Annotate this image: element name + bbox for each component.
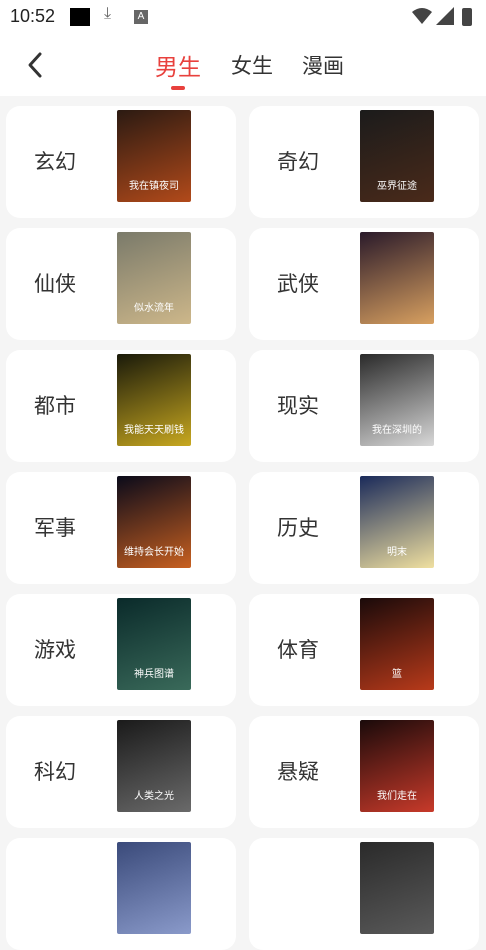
book-cover-title: 我能天天刷钱 bbox=[124, 425, 184, 436]
book-cover-image: 明末 bbox=[360, 476, 434, 568]
tab-male[interactable]: 男生 bbox=[155, 48, 201, 82]
category-label: 游戏 bbox=[34, 639, 76, 662]
book-cover-title: 维持会长开始 bbox=[124, 547, 184, 558]
book-cover-title: 我在镇夜司 bbox=[129, 181, 179, 192]
category-label: 玄幻 bbox=[34, 151, 76, 174]
book-cover-title: 我们走在 bbox=[377, 791, 417, 802]
category-label: 科幻 bbox=[34, 761, 76, 784]
book-cover-image: 我能天天刷钱 bbox=[117, 354, 191, 446]
category-card[interactable]: 现实我在深圳的 bbox=[249, 350, 479, 462]
category-card[interactable] bbox=[6, 838, 236, 950]
category-label: 仙侠 bbox=[34, 273, 76, 296]
book-cover-image: 我在深圳的 bbox=[360, 354, 434, 446]
category-label: 体育 bbox=[277, 639, 319, 662]
book-cover-image: 人类之光 bbox=[117, 720, 191, 812]
category-card[interactable]: 体育篮 bbox=[249, 594, 479, 706]
tab-comic[interactable]: 漫画 bbox=[302, 50, 344, 80]
back-button[interactable] bbox=[22, 48, 52, 82]
book-cover-image: 似水流年 bbox=[117, 232, 191, 324]
wifi-icon bbox=[412, 8, 432, 24]
category-card[interactable]: 游戏神兵图谱 bbox=[6, 594, 236, 706]
book-cover-image bbox=[360, 842, 434, 934]
book-cover-title: 明末 bbox=[387, 547, 407, 558]
category-label: 奇幻 bbox=[277, 151, 319, 174]
category-label: 历史 bbox=[277, 517, 319, 540]
download-icon: ⤓ bbox=[104, 5, 112, 22]
book-cover-title: 人类之光 bbox=[134, 791, 174, 802]
book-cover-image: 维持会长开始 bbox=[117, 476, 191, 568]
battery-icon bbox=[462, 8, 472, 26]
status-bar: 10:52 ⤓ A bbox=[0, 0, 486, 34]
book-cover-title: 我在深圳的 bbox=[372, 425, 422, 436]
book-cover-title: 神兵图谱 bbox=[134, 669, 174, 680]
category-card[interactable]: 奇幻巫界征途 bbox=[249, 106, 479, 218]
status-time: 10:52 bbox=[10, 6, 56, 26]
category-label: 武侠 bbox=[277, 273, 319, 296]
book-cover-image: 篮 bbox=[360, 598, 434, 690]
signal-icon bbox=[436, 7, 454, 25]
tab-female[interactable]: 女生 bbox=[231, 50, 273, 80]
category-card[interactable]: 武侠 bbox=[249, 228, 479, 340]
category-card[interactable]: 军事维持会长开始 bbox=[6, 472, 236, 584]
category-card[interactable]: 都市我能天天刷钱 bbox=[6, 350, 236, 462]
category-label: 现实 bbox=[277, 395, 319, 418]
book-cover-title: 似水流年 bbox=[134, 303, 174, 314]
book-cover-image: 巫界征途 bbox=[360, 110, 434, 202]
book-cover-image bbox=[360, 232, 434, 324]
category-label: 军事 bbox=[34, 517, 76, 540]
category-card[interactable]: 仙侠似水流年 bbox=[6, 228, 236, 340]
book-cover-image: 神兵图谱 bbox=[117, 598, 191, 690]
active-tab-indicator bbox=[171, 86, 185, 90]
book-cover-title: 巫界征途 bbox=[377, 181, 417, 192]
header: 男生 女生 漫画 bbox=[0, 34, 486, 96]
notification-square-icon bbox=[70, 8, 90, 26]
category-label: 悬疑 bbox=[277, 761, 319, 784]
book-cover-image: 我们走在 bbox=[360, 720, 434, 812]
a-badge-icon: A bbox=[134, 10, 148, 24]
chevron-left-icon bbox=[28, 52, 42, 78]
category-card[interactable]: 玄幻我在镇夜司 bbox=[6, 106, 236, 218]
category-card[interactable]: 科幻人类之光 bbox=[6, 716, 236, 828]
category-card[interactable]: 历史明末 bbox=[249, 472, 479, 584]
book-cover-image: 我在镇夜司 bbox=[117, 110, 191, 202]
category-card[interactable] bbox=[249, 838, 479, 950]
category-label: 都市 bbox=[34, 395, 76, 418]
category-card[interactable]: 悬疑我们走在 bbox=[249, 716, 479, 828]
book-cover-title: 篮 bbox=[392, 669, 402, 680]
book-cover-image bbox=[117, 842, 191, 934]
